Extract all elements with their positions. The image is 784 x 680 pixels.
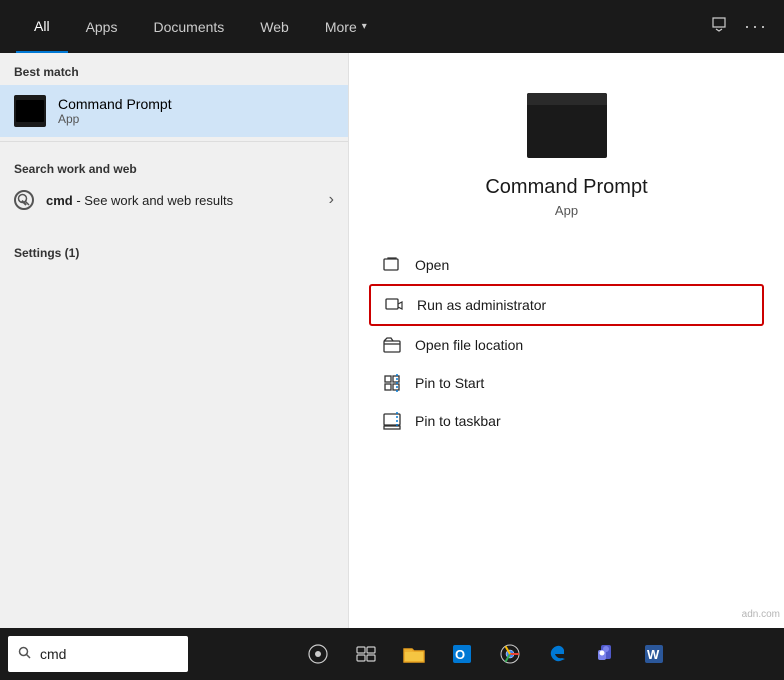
location-icon: [383, 336, 401, 354]
svg-text:O: O: [455, 647, 465, 662]
taskbar-search-text: cmd: [40, 646, 66, 662]
taskbar-icon-group: O: [188, 634, 784, 674]
main-area: Best match Command Prompt App Search wor…: [0, 53, 784, 680]
pin-taskbar-icon: [383, 412, 401, 430]
taskbar-explorer-button[interactable]: [394, 634, 434, 674]
taskbar-outlook-button[interactable]: O: [442, 634, 482, 674]
left-panel: Best match Command Prompt App Search wor…: [0, 53, 348, 680]
arrow-right-icon: ›: [329, 191, 334, 209]
search-web-label: Search work and web: [0, 150, 348, 182]
more-options-icon[interactable]: ···: [744, 16, 768, 37]
pin-start-label: Pin to Start: [415, 375, 484, 391]
result-subtitle: App: [58, 112, 172, 126]
taskbar-word-button[interactable]: W: [634, 634, 674, 674]
settings-section: Settings (1): [0, 226, 348, 274]
action-pin-taskbar[interactable]: Pin to taskbar: [369, 402, 764, 440]
taskbar-chrome-button[interactable]: [490, 634, 530, 674]
best-match-result[interactable]: Command Prompt App: [0, 85, 348, 137]
taskbar-edge-button[interactable]: [538, 634, 578, 674]
right-panel: Command Prompt App Open: [348, 53, 784, 680]
search-web-text: cmd - See work and web results: [46, 193, 317, 208]
action-open[interactable]: Open: [369, 246, 764, 284]
open-location-label: Open file location: [415, 337, 523, 353]
action-pin-start[interactable]: Pin to Start: [369, 364, 764, 402]
settings-label: Settings (1): [0, 234, 348, 266]
taskbar-taskview-button[interactable]: [346, 634, 386, 674]
svg-text:W: W: [647, 647, 660, 662]
top-navigation: All Apps Documents Web More ▾ ···: [0, 0, 784, 53]
best-match-label: Best match: [0, 53, 348, 85]
action-open-location[interactable]: Open file location: [369, 326, 764, 364]
feedback-icon[interactable]: [710, 15, 728, 38]
search-web-item[interactable]: cmd - See work and web results ›: [0, 182, 348, 218]
pin-start-icon: [383, 374, 401, 392]
taskbar: cmd: [0, 628, 784, 680]
taskbar-start-button[interactable]: [298, 634, 338, 674]
run-admin-label: Run as administrator: [417, 297, 546, 313]
result-text-group: Command Prompt App: [58, 96, 172, 126]
search-web-section: Search work and web cmd - See work and w…: [0, 141, 348, 226]
pin-taskbar-label: Pin to taskbar: [415, 413, 501, 429]
tab-apps[interactable]: Apps: [68, 0, 136, 53]
app-preview-icon: [527, 93, 607, 158]
result-title: Command Prompt: [58, 96, 172, 112]
nav-tab-group: All Apps Documents Web More ▾: [16, 0, 385, 53]
open-icon: [383, 256, 401, 274]
search-circle-icon: [14, 190, 34, 210]
tab-all[interactable]: All: [16, 0, 68, 53]
tab-web[interactable]: Web: [242, 0, 307, 53]
tab-documents[interactable]: Documents: [135, 0, 242, 53]
taskbar-search-box[interactable]: cmd: [8, 636, 188, 672]
action-list: Open Run as administrator: [349, 246, 784, 440]
admin-icon: [385, 296, 403, 314]
tab-more[interactable]: More ▾: [307, 0, 385, 53]
chevron-down-icon: ▾: [362, 21, 367, 32]
open-label: Open: [415, 257, 449, 273]
action-run-admin[interactable]: Run as administrator: [369, 284, 764, 326]
taskbar-teams-button[interactable]: [586, 634, 626, 674]
app-name: Command Prompt: [485, 176, 647, 199]
app-type: App: [555, 203, 578, 218]
nav-right-icons: ···: [710, 15, 768, 38]
taskbar-search-icon: [18, 646, 32, 663]
cmd-app-icon: [14, 95, 46, 127]
